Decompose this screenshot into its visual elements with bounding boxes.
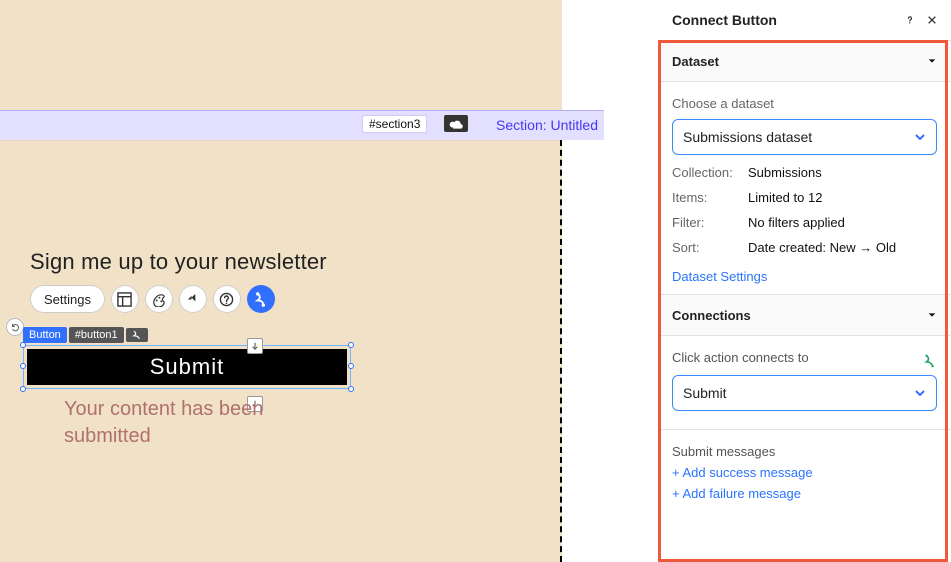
data-binding-icon[interactable] [247,285,275,313]
section-band[interactable]: Section: Untitled [0,110,604,140]
section-divider-dashed [560,140,562,562]
panel-help-icon[interactable] [905,12,915,28]
items-label: Items: [672,190,748,205]
selected-element[interactable]: Button #button1 Submit [23,327,358,389]
click-action-select[interactable]: Submit [672,375,937,411]
dataset-select[interactable]: Submissions dataset [672,119,937,155]
section-id-chip[interactable]: #section3 [362,115,427,133]
submit-button[interactable]: Submit [27,349,347,385]
panel-title: Connect Button [672,12,777,28]
dataset-section-header[interactable]: Dataset [658,40,951,82]
choose-dataset-label: Choose a dataset [672,96,937,111]
section-label[interactable]: Section: Untitled [496,117,598,133]
submit-messages-label: Submit messages [672,444,775,459]
filter-label: Filter: [672,215,748,230]
connection-icon [923,354,937,371]
sort-label: Sort: [672,240,748,255]
caret-down-icon [927,308,937,323]
chevron-down-icon [914,131,926,143]
editor-canvas[interactable]: Section: Untitled #section3 Sign me up t… [0,0,658,562]
cloud-icon [444,115,468,132]
filter-value: No filters applied [748,215,845,230]
selection-outline[interactable]: Submit [23,345,351,389]
element-type-chip: Button [23,327,67,343]
items-value: Limited to 12 [748,190,822,205]
newsletter-heading: Sign me up to your newsletter [30,249,327,275]
close-icon[interactable] [927,12,937,28]
page-background [0,0,562,562]
help-icon[interactable] [213,285,241,313]
design-icon[interactable] [145,285,173,313]
chevron-down-icon [914,387,926,399]
dataset-settings-link[interactable]: Dataset Settings [672,269,767,284]
undo-icon[interactable] [6,318,24,336]
attach-above-handle[interactable] [247,338,263,354]
click-action-label: Click action connects to [672,350,809,365]
connect-panel: Connect Button Dataset Choose a dataset … [658,0,951,562]
element-toolbar: Settings [30,285,275,313]
success-message-text: Your content has been submitted [64,396,324,450]
connections-heading: Connections [672,308,751,323]
add-failure-message-link[interactable]: + Add failure message [672,486,937,501]
click-action-value: Submit [683,385,727,401]
element-id-chip: #button1 [69,327,124,343]
dataset-heading: Dataset [672,54,719,69]
element-data-chip-icon [126,328,148,342]
animation-icon[interactable] [179,285,207,313]
sort-value: Date created: New → Old [748,240,896,255]
add-success-message-link[interactable]: + Add success message [672,465,937,480]
caret-down-icon [927,54,937,69]
settings-button[interactable]: Settings [30,285,105,313]
collection-label: Collection: [672,165,748,180]
collection-value: Submissions [748,165,822,180]
dataset-select-value: Submissions dataset [683,129,812,145]
layout-icon[interactable] [111,285,139,313]
connections-section-header[interactable]: Connections [658,294,951,336]
